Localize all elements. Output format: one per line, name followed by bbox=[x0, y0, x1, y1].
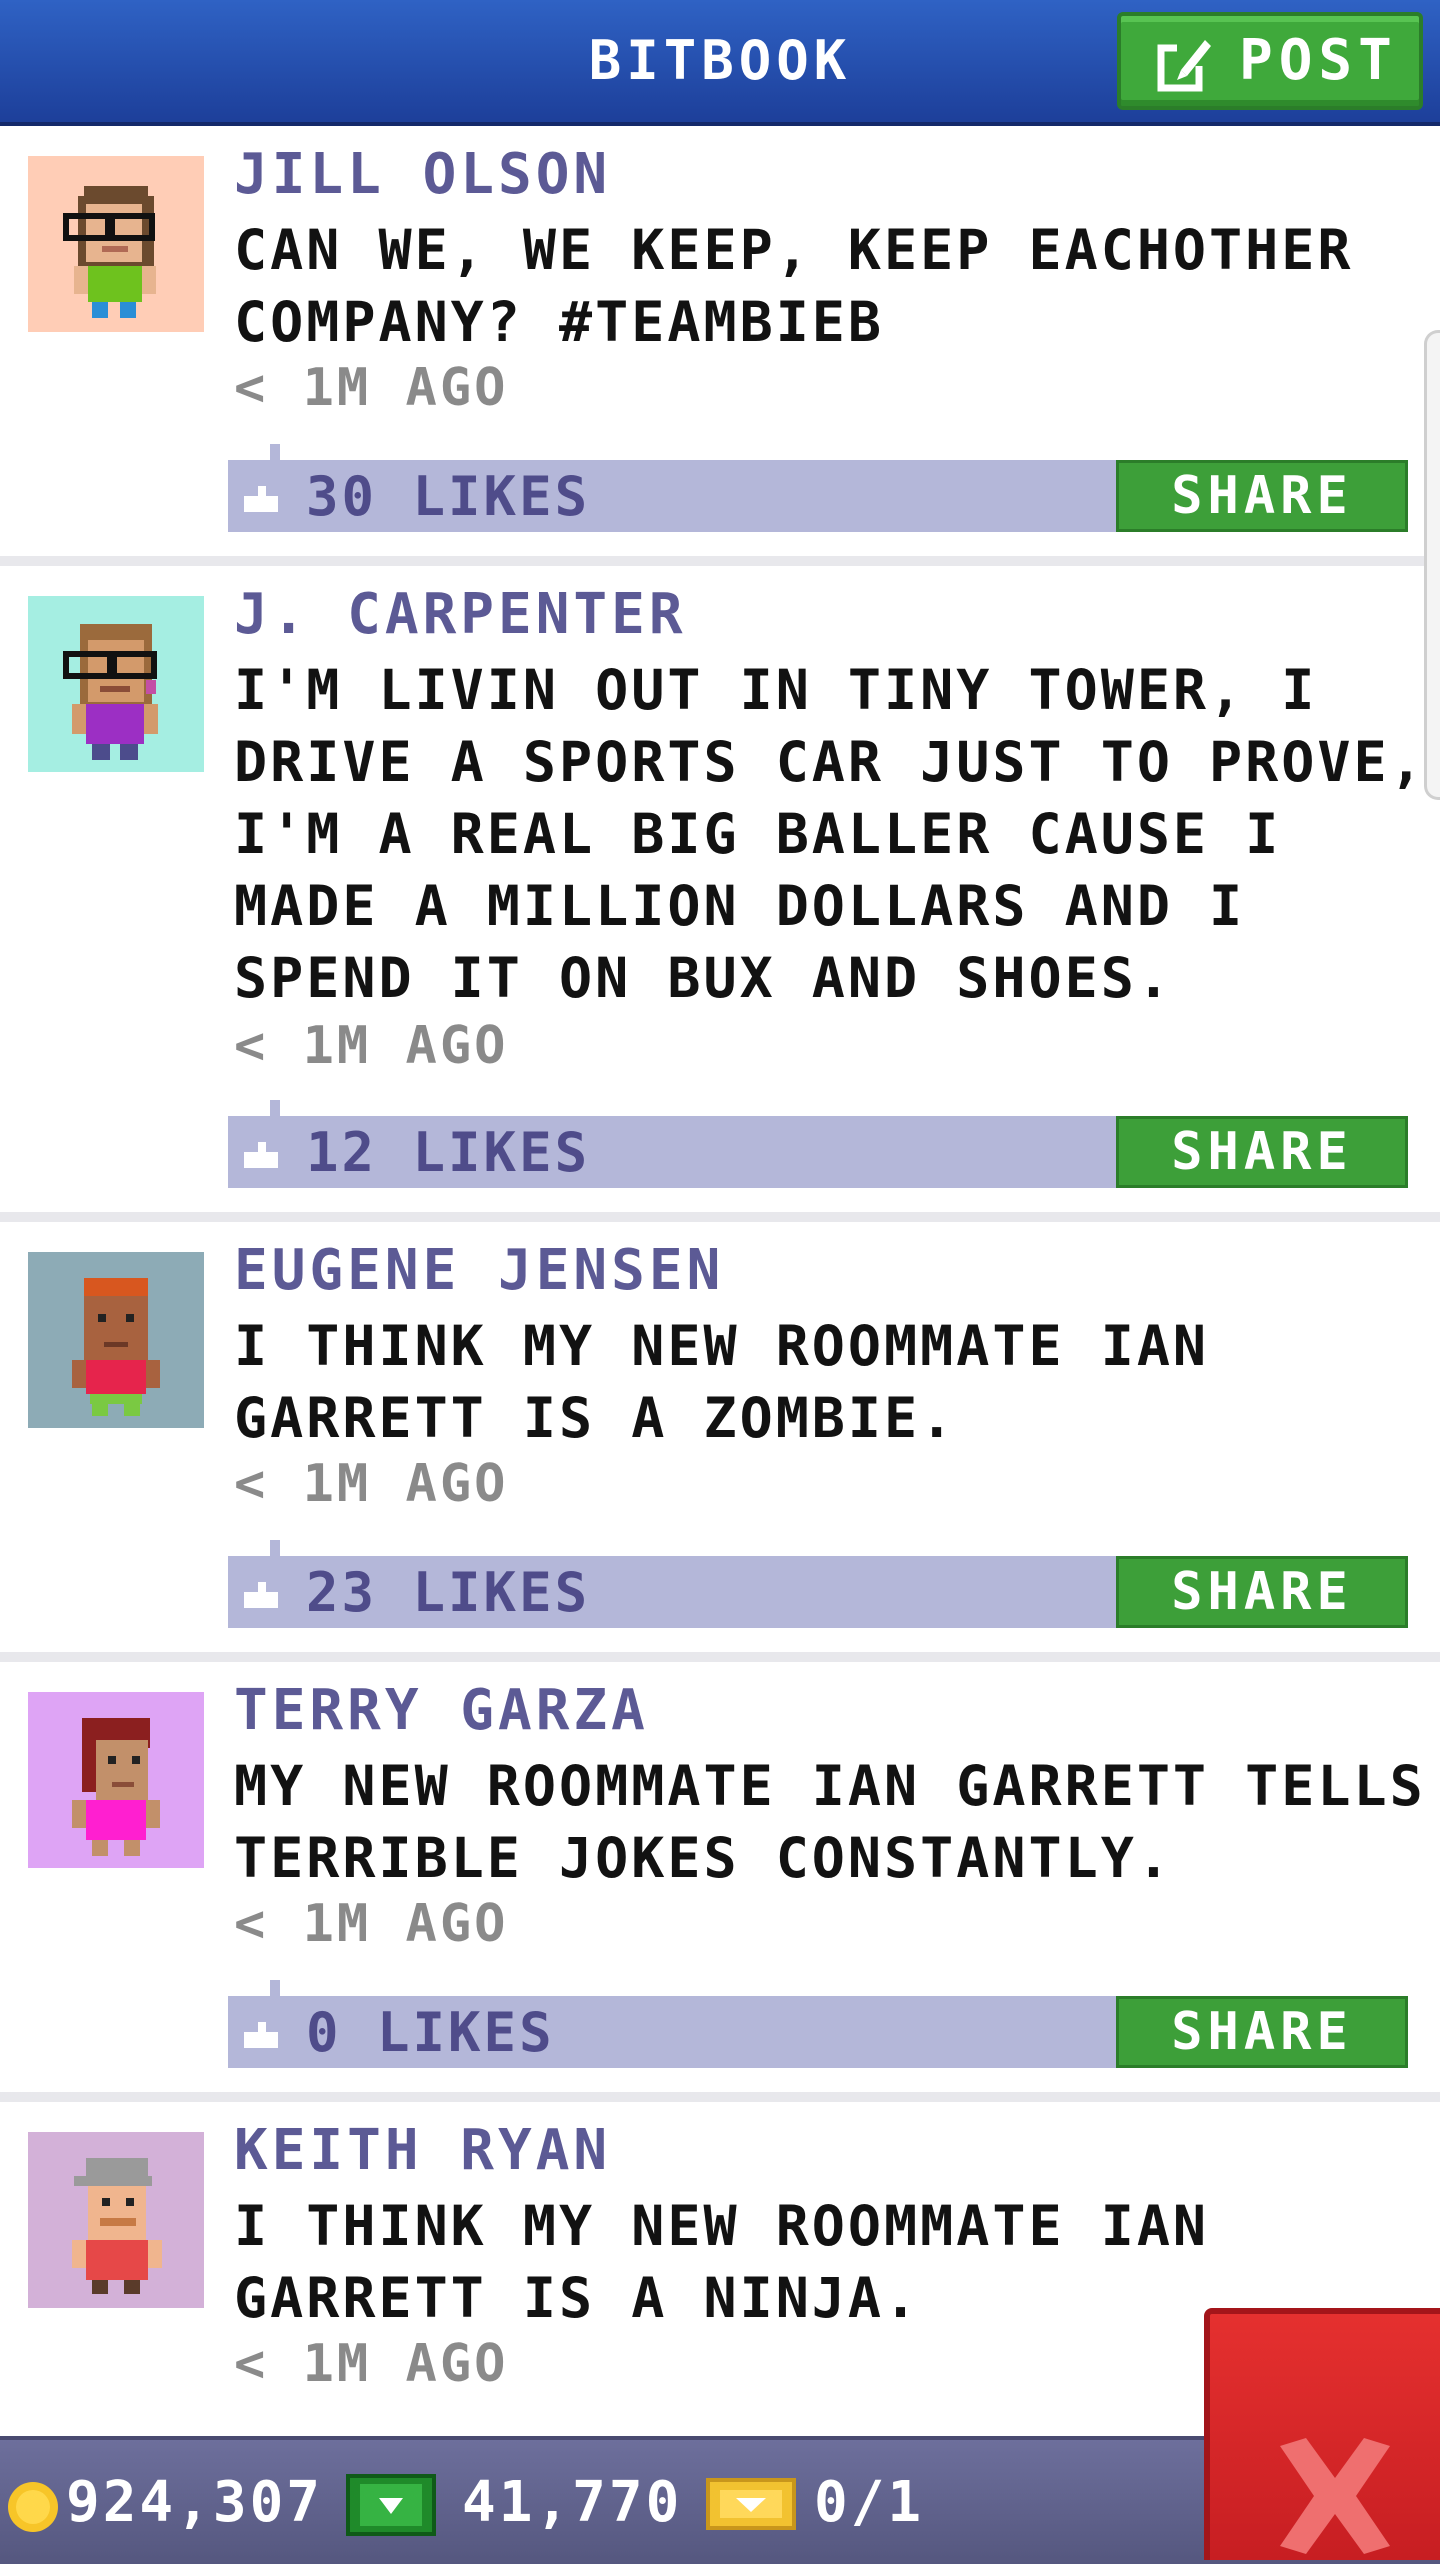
feed-post: EUGENE JENSEN I THINK MY NEW ROOMMATE IA… bbox=[0, 1222, 1440, 1662]
post-button-label: POST bbox=[1239, 28, 1398, 93]
close-button[interactable] bbox=[1204, 2308, 1440, 2560]
post-author[interactable]: EUGENE JENSEN bbox=[234, 1238, 724, 1303]
like-count: 23 LIKES bbox=[306, 1561, 591, 1624]
share-button[interactable]: SHARE bbox=[1116, 460, 1408, 532]
post-text: I THINK MY NEW ROOMMATE IAN GARRETT IS A… bbox=[234, 1314, 1210, 1450]
post-text: MY NEW ROOMMATE IAN GARRETT TELLS TERRIB… bbox=[234, 1754, 1426, 1890]
like-bar[interactable]: 30 LIKES SHARE bbox=[228, 444, 1408, 532]
post-timestamp: < 1M AGO bbox=[234, 1016, 509, 1076]
like-bar[interactable]: 0 LIKES SHARE bbox=[228, 1980, 1408, 2068]
share-button[interactable]: SHARE bbox=[1116, 1116, 1408, 1188]
post-author[interactable]: J. CARPENTER bbox=[234, 582, 687, 647]
avatar[interactable] bbox=[28, 596, 204, 772]
vip-ticket-icon bbox=[706, 2478, 796, 2530]
avatar[interactable] bbox=[28, 1252, 204, 1428]
bitbook-feed[interactable]: JILL OLSON CAN WE, WE KEEP, KEEP EACHOTH… bbox=[0, 126, 1440, 2502]
share-button[interactable]: SHARE bbox=[1116, 1556, 1408, 1628]
scroll-indicator[interactable] bbox=[1424, 330, 1440, 800]
post-timestamp: < 1M AGO bbox=[234, 1454, 509, 1514]
post-timestamp: < 1M AGO bbox=[234, 1894, 509, 1954]
close-icon bbox=[1280, 2438, 1390, 2554]
avatar[interactable] bbox=[28, 2132, 204, 2308]
bitizen-avatar-icon bbox=[28, 2132, 204, 2308]
post-text: I'M LIVIN OUT IN TINY TOWER, I DRIVE A S… bbox=[234, 658, 1426, 1010]
share-button[interactable]: SHARE bbox=[1116, 1996, 1408, 2068]
post-author[interactable]: KEITH RYAN bbox=[234, 2118, 611, 2183]
thumbs-up-icon bbox=[244, 486, 278, 512]
compose-icon bbox=[1157, 40, 1215, 92]
like-count: 12 LIKES bbox=[306, 1121, 591, 1184]
post-author[interactable]: JILL OLSON bbox=[234, 142, 611, 207]
bux-icon bbox=[346, 2474, 436, 2536]
thumbs-up-icon bbox=[244, 1582, 278, 1608]
like-bar[interactable]: 23 LIKES SHARE bbox=[228, 1540, 1408, 1628]
thumbs-up-icon bbox=[244, 1142, 278, 1168]
post-button[interactable]: POST bbox=[1117, 12, 1423, 110]
bitizen-avatar-icon bbox=[28, 156, 204, 332]
app-header: BITBOOK POST bbox=[0, 0, 1440, 126]
bitizen-avatar-icon bbox=[28, 1692, 204, 1868]
like-count: 0 LIKES bbox=[306, 2001, 555, 2064]
post-timestamp: < 1M AGO bbox=[234, 358, 509, 418]
feed-post: JILL OLSON CAN WE, WE KEEP, KEEP EACHOTH… bbox=[0, 126, 1440, 566]
coin-balance: 924,307 bbox=[66, 2470, 324, 2535]
bux-balance: 41,770 bbox=[462, 2470, 683, 2535]
thumbs-up-icon bbox=[244, 2022, 278, 2048]
like-count: 30 LIKES bbox=[306, 465, 591, 528]
ticket-count: 0/1 bbox=[814, 2470, 925, 2535]
avatar[interactable] bbox=[28, 156, 204, 332]
coin-icon bbox=[8, 2482, 58, 2532]
avatar[interactable] bbox=[28, 1692, 204, 1868]
feed-post: J. CARPENTER I'M LIVIN OUT IN TINY TOWER… bbox=[0, 566, 1440, 1222]
post-text: CAN WE, WE KEEP, KEEP EACHOTHER COMPANY?… bbox=[234, 218, 1354, 354]
like-bar[interactable]: 12 LIKES SHARE bbox=[228, 1100, 1408, 1188]
feed-post: TERRY GARZA MY NEW ROOMMATE IAN GARRETT … bbox=[0, 1662, 1440, 2102]
post-timestamp: < 1M AGO bbox=[234, 2334, 509, 2394]
bitizen-avatar-icon bbox=[28, 596, 204, 772]
bitizen-avatar-icon bbox=[28, 1252, 204, 1428]
post-author[interactable]: TERRY GARZA bbox=[234, 1678, 649, 1743]
